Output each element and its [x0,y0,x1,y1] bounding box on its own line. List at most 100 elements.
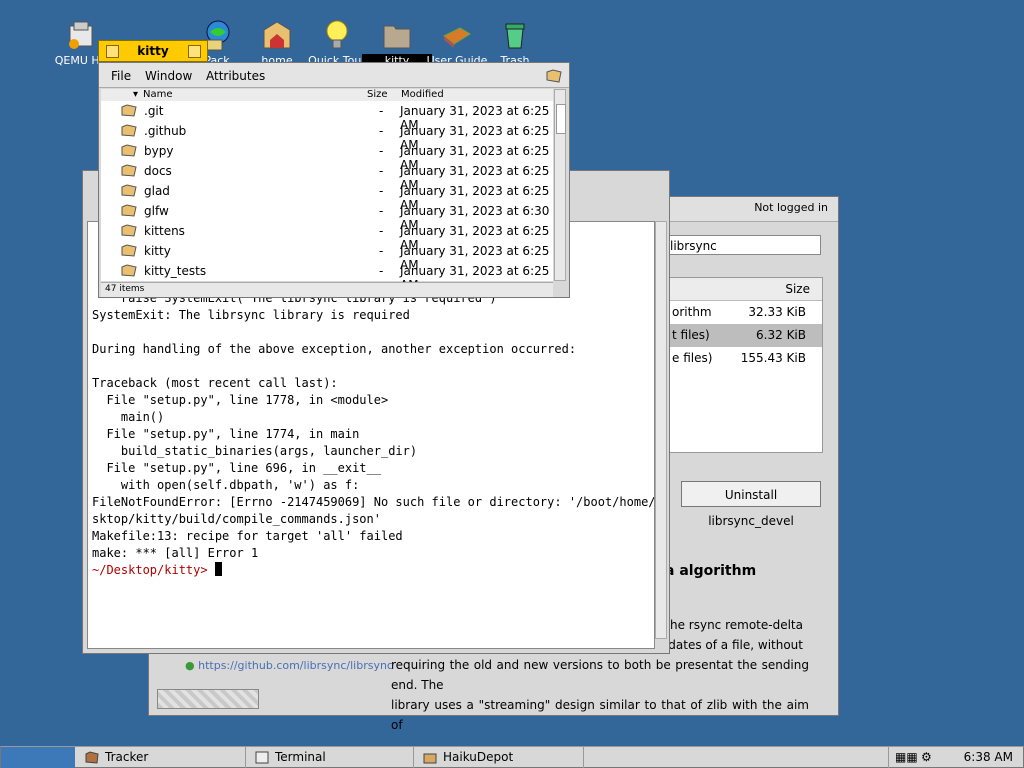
column-modified[interactable]: Modified [401,89,444,100]
package-icon [423,753,437,764]
size-column-header: Size [785,282,810,296]
taskbar-item-haikudepot[interactable]: HaikuDepot [415,747,584,768]
file-name: docs [144,164,172,178]
tracker-icon [85,751,99,764]
link-icon: ● [185,659,195,672]
uninstall-button[interactable]: Uninstall librsync_devel [681,481,821,528]
menu-bar: File Window Attributes [99,63,569,88]
system-tray: ▦▦ ⚙ 6:38 AM [888,747,1023,768]
description-line: library uses a "streaming" design simila… [391,698,809,732]
file-size: - [379,124,384,138]
folder-icon [121,204,137,217]
file-size: - [379,224,384,238]
taskbar-label: Tracker [105,750,149,764]
lightbulb-icon [326,20,348,49]
home-folder-icon [263,21,291,49]
trash-icon [505,23,525,49]
file-name: .git [144,104,164,118]
process-controller-icon[interactable]: ⚙ [921,750,932,764]
taskbar-label: HaikuDepot [443,750,514,764]
tracker-window-tab[interactable]: kitty [98,40,208,62]
folder-icon [121,184,137,197]
terminal-line: File "setup.py", line 1778, in <module> [92,393,389,407]
scrollbar-thumb[interactable] [556,104,566,134]
file-row[interactable]: kitty - January 31, 2023 at 6:25 AM [101,241,553,272]
file-list-scrollbar[interactable] [554,89,566,281]
taskbar-label: Terminal [275,750,326,764]
file-list[interactable]: .git - January 31, 2023 at 6:25 AM .github -… [101,101,553,292]
file-size: - [379,144,384,158]
terminal-line: During handling of the above exception, … [92,342,577,356]
file-size: - [379,264,384,278]
package-description-title: a algorithm [665,563,757,579]
file-name: kitty [144,244,171,258]
file-name: glfw [144,204,169,218]
homepage-link-text: https://github.com/librsync/librsync [198,659,393,672]
network-status-icon[interactable]: ▦▦ [895,750,918,764]
file-row[interactable]: kittens - January 31, 2023 at 6:25 AM [101,221,553,252]
deskbar: Tracker Terminal HaikuDepot ▦▦ ⚙ 6:38 AM [0,746,1024,768]
package-name: e files) [672,351,713,365]
terminal-line: main() [92,410,165,424]
terminal-line: File "setup.py", line 1774, in main [92,427,360,441]
package-row[interactable]: e files) 155.43 KiB [666,347,822,370]
login-status[interactable]: Not logged in [754,201,828,214]
file-row[interactable]: glad - January 31, 2023 at 6:25 AM [101,181,553,212]
file-name: kitty_tests [144,264,207,278]
file-size: - [379,184,384,198]
file-row[interactable]: bypy - January 31, 2023 at 6:25 AM [101,141,553,172]
status-footer: 47 items [101,282,553,297]
package-name: orithm [672,305,712,319]
file-row[interactable]: glfw - January 31, 2023 at 6:30 AM [101,201,553,232]
folder-icon [121,124,137,137]
taskbar-item-tracker[interactable]: Tracker [77,747,246,768]
column-name[interactable]: Name [143,89,173,100]
file-size: - [379,164,384,178]
file-size: - [379,244,384,258]
terminal-line: Traceback (most recent call last): [92,376,338,390]
folder-icon [121,104,137,117]
package-size: 155.43 KiB [740,351,806,365]
menu-file[interactable]: File [111,69,131,83]
homepage-link[interactable]: ● https://github.com/librsync/librsync [185,659,393,672]
sort-arrow-icon: ▾ [133,89,139,100]
folder-icon [383,25,411,49]
package-row[interactable]: orithm 32.33 KiB [666,301,822,324]
clock[interactable]: 6:38 AM [964,750,1013,764]
folder-icon [121,244,137,257]
desktop-icon-trash[interactable]: Trash [480,18,550,67]
folder-icon [121,164,137,177]
file-name: glad [144,184,170,198]
file-row[interactable]: docs - January 31, 2023 at 6:25 AM [101,161,553,192]
package-search-input[interactable]: librsync [665,235,821,255]
menu-window[interactable]: Window [145,69,192,83]
progress-bar [157,689,259,709]
folder-icon [121,144,137,157]
taskbar-item-terminal[interactable]: Terminal [247,747,414,768]
file-row[interactable]: .git - January 31, 2023 at 6:25 AM [101,101,553,132]
package-list-header[interactable]: Size [666,278,822,301]
terminal-line: FileNotFoundError: [Errno -2147459069] N… [92,495,655,509]
file-row[interactable]: .github - January 31, 2023 at 6:25 AM [101,121,553,152]
package-size: 6.32 KiB [756,328,806,342]
file-name: .github [144,124,187,138]
haiku-leaf-menu-icon[interactable] [1,747,75,768]
terminal-line: File "setup.py", line 696, in __exit__ [92,461,381,475]
zoom-button[interactable] [188,45,201,58]
package-row[interactable]: t files) 6.32 KiB [666,324,822,347]
package-list[interactable]: Size orithm 32.33 KiB t files) 6.32 KiB e … [665,277,823,453]
text-cursor [214,562,222,576]
terminal-line: make: *** [all] Error 1 [92,546,259,560]
folder-icon [121,224,137,237]
folder-icon [121,264,137,277]
terminal-scrollbar[interactable] [655,221,667,639]
menu-attributes[interactable]: Attributes [206,69,265,83]
column-size[interactable]: Size [367,89,388,100]
folder-icon[interactable] [545,67,563,85]
terminal-line: SystemExit: The librsync library is requ… [92,308,410,322]
description-line: requiring the old and new versions to bo… [391,658,809,692]
file-row[interactable]: kitty_tests-January 31, 2023 at 6:25 AM [101,261,553,292]
package-size: 32.33 KiB [748,305,806,319]
